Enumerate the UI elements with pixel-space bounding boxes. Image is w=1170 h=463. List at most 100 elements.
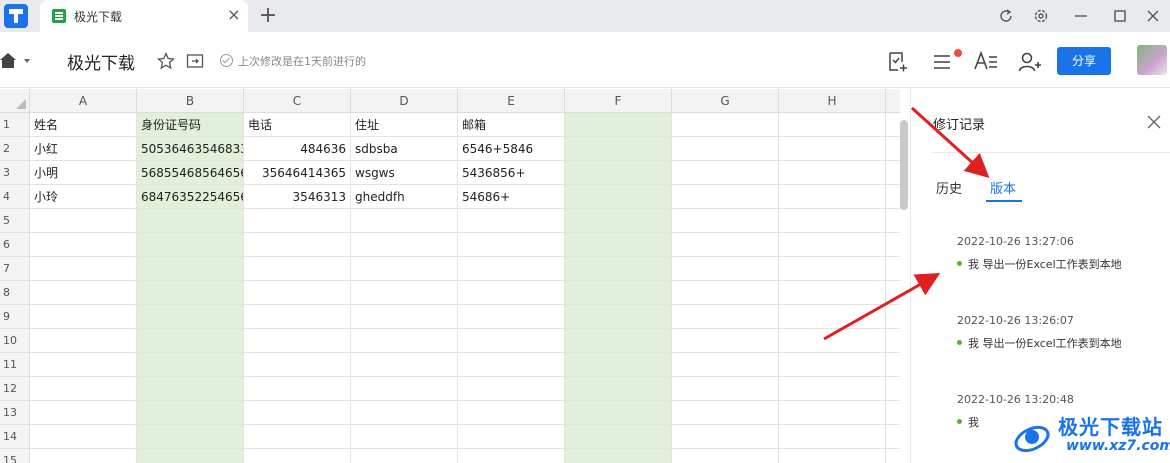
- cell[interactable]: 50536463546833: [137, 137, 244, 161]
- cell[interactable]: [244, 449, 351, 463]
- text-format-icon[interactable]: [974, 50, 998, 75]
- cell[interactable]: [458, 257, 565, 281]
- cell[interactable]: [672, 233, 779, 257]
- cell[interactable]: [137, 377, 244, 401]
- cell[interactable]: [565, 401, 672, 425]
- cell[interactable]: [351, 281, 458, 305]
- document-title[interactable]: 极光下载: [67, 49, 135, 74]
- cell[interactable]: [30, 449, 137, 463]
- cell[interactable]: [886, 449, 900, 463]
- row-header[interactable]: 4: [0, 185, 30, 209]
- cell[interactable]: [779, 257, 886, 281]
- add-collaborator-icon[interactable]: [1018, 51, 1042, 77]
- cell[interactable]: [351, 425, 458, 449]
- row-header[interactable]: 6: [0, 233, 30, 257]
- cell[interactable]: [351, 329, 458, 353]
- cell[interactable]: 小玲: [30, 185, 137, 209]
- cell[interactable]: [351, 401, 458, 425]
- cell[interactable]: wsgws: [351, 161, 458, 185]
- cell[interactable]: [458, 209, 565, 233]
- cell[interactable]: 邮箱: [458, 113, 565, 137]
- cell[interactable]: [779, 377, 886, 401]
- move-folder-icon[interactable]: [186, 53, 204, 73]
- cell[interactable]: [244, 233, 351, 257]
- cell[interactable]: [779, 137, 886, 161]
- cell[interactable]: [137, 233, 244, 257]
- cell[interactable]: [244, 209, 351, 233]
- window-close-icon[interactable]: [1140, 4, 1166, 28]
- cell[interactable]: [672, 401, 779, 425]
- cell[interactable]: [137, 257, 244, 281]
- row-header[interactable]: 13: [0, 401, 30, 425]
- cell[interactable]: [672, 281, 779, 305]
- cell[interactable]: [672, 353, 779, 377]
- cell[interactable]: [672, 425, 779, 449]
- cell[interactable]: [458, 233, 565, 257]
- cell[interactable]: [672, 137, 779, 161]
- refresh-icon[interactable]: [993, 4, 1019, 28]
- version-item[interactable]: 2022-10-26 13:27:06 我 导出一份Excel工作表到本地: [957, 235, 1167, 272]
- app-logo-icon[interactable]: [4, 4, 28, 28]
- vertical-scrollbar[interactable]: [900, 120, 908, 210]
- cell[interactable]: [458, 281, 565, 305]
- cell[interactable]: [244, 281, 351, 305]
- cell[interactable]: [565, 113, 672, 137]
- cell[interactable]: [672, 329, 779, 353]
- cell[interactable]: [565, 137, 672, 161]
- cell[interactable]: [886, 233, 900, 257]
- cell[interactable]: [137, 353, 244, 377]
- cell[interactable]: [886, 137, 900, 161]
- select-all-corner[interactable]: [0, 89, 30, 113]
- cell[interactable]: [30, 329, 137, 353]
- version-item[interactable]: 2022-10-26 13:26:07 我 导出一份Excel工作表到本地: [957, 314, 1167, 351]
- cell[interactable]: [565, 425, 672, 449]
- cell[interactable]: [137, 209, 244, 233]
- cell[interactable]: [137, 281, 244, 305]
- cell[interactable]: [137, 305, 244, 329]
- cell[interactable]: [458, 353, 565, 377]
- cell[interactable]: [351, 209, 458, 233]
- cell[interactable]: [244, 257, 351, 281]
- cell[interactable]: [137, 425, 244, 449]
- cell[interactable]: 姓名: [30, 113, 137, 137]
- cell[interactable]: [886, 281, 900, 305]
- cell[interactable]: 5436856+: [458, 161, 565, 185]
- cell[interactable]: [672, 113, 779, 137]
- cell[interactable]: [458, 377, 565, 401]
- cell[interactable]: [351, 353, 458, 377]
- cell[interactable]: [30, 281, 137, 305]
- cell[interactable]: [565, 209, 672, 233]
- cell[interactable]: [244, 353, 351, 377]
- cell[interactable]: [672, 209, 779, 233]
- cell[interactable]: [137, 401, 244, 425]
- cell[interactable]: sdbsba: [351, 137, 458, 161]
- cell[interactable]: [779, 401, 886, 425]
- cell[interactable]: [30, 257, 137, 281]
- row-header[interactable]: 5: [0, 209, 30, 233]
- cell[interactable]: [886, 305, 900, 329]
- cell[interactable]: [137, 449, 244, 463]
- cell[interactable]: [458, 449, 565, 463]
- column-header[interactable]: G: [672, 89, 779, 113]
- cell[interactable]: 68476352254656: [137, 185, 244, 209]
- row-header[interactable]: 11: [0, 353, 30, 377]
- new-tab-button[interactable]: +: [256, 3, 280, 29]
- cell[interactable]: [30, 401, 137, 425]
- cell[interactable]: 56855468564656: [137, 161, 244, 185]
- cell[interactable]: [351, 305, 458, 329]
- row-header[interactable]: 12: [0, 377, 30, 401]
- cell[interactable]: [886, 257, 900, 281]
- cell[interactable]: [886, 209, 900, 233]
- star-icon[interactable]: [156, 51, 176, 74]
- cell[interactable]: [779, 233, 886, 257]
- cell[interactable]: [565, 329, 672, 353]
- cell[interactable]: [779, 305, 886, 329]
- cell[interactable]: 484636: [244, 137, 351, 161]
- settings-gear-icon[interactable]: [1028, 4, 1054, 28]
- cell[interactable]: [565, 281, 672, 305]
- cell[interactable]: [672, 377, 779, 401]
- column-header[interactable]: H: [779, 89, 886, 113]
- home-menu-button[interactable]: [0, 51, 34, 71]
- document-tab[interactable]: 极光下载 ×: [40, 0, 248, 32]
- cell[interactable]: [886, 401, 900, 425]
